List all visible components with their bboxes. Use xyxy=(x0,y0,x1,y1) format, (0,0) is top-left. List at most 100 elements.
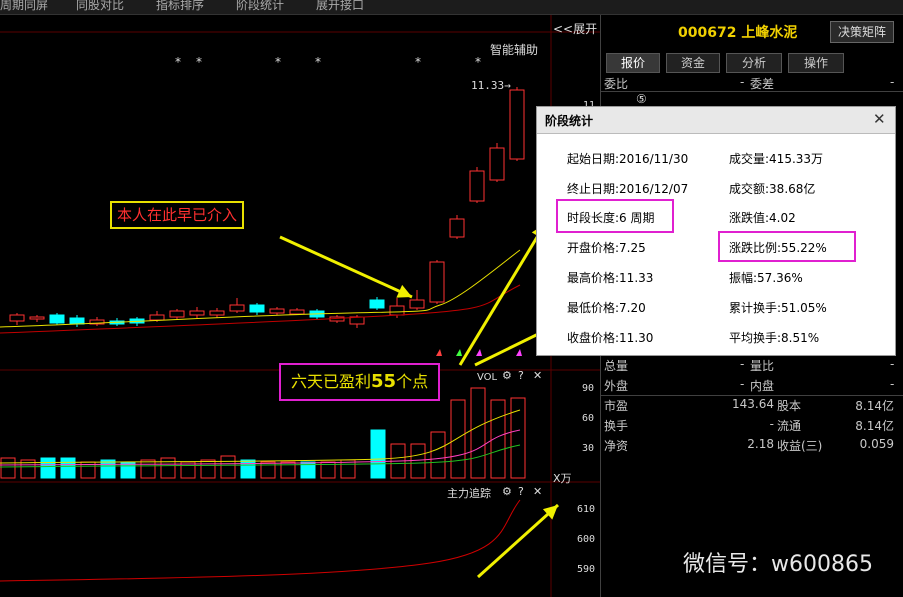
tab-operation[interactable]: 操作 xyxy=(788,53,844,73)
arrow-shaft xyxy=(476,503,560,579)
vol-settings-icon[interactable]: ⚙ xyxy=(502,369,512,382)
candle-body xyxy=(29,316,45,320)
eps-label: 收益(三) xyxy=(777,439,823,453)
menu-item-stage-stats[interactable]: 阶段统计 xyxy=(236,0,284,13)
candle-body xyxy=(389,305,405,316)
candle-body xyxy=(369,299,385,309)
menu-item-sort[interactable]: 指标排序 xyxy=(156,0,204,13)
candle-body xyxy=(9,314,25,322)
tab-analysis[interactable]: 分析 xyxy=(726,53,782,73)
stock-name: 上峰水泥 xyxy=(741,25,798,41)
highlight-period-box xyxy=(556,199,674,233)
volume-bar xyxy=(410,443,426,479)
arrow-shaft xyxy=(279,235,413,299)
close-price: 收盘价格:11.30 xyxy=(567,331,654,345)
vol-axis-90: 90 xyxy=(582,383,595,394)
candle-body xyxy=(489,147,505,181)
stock-title: 000672 上峰水泥 xyxy=(678,22,797,42)
candle-body xyxy=(269,308,285,314)
candle-body xyxy=(509,89,525,160)
main-force-line xyxy=(0,499,521,582)
divider xyxy=(600,91,903,92)
wechat-watermark: 微信号：w600865 xyxy=(683,552,873,577)
pe-value: 143.64 xyxy=(732,397,774,411)
mf-axis-600: 600 xyxy=(577,534,596,545)
vol-help-icon[interactable]: ? xyxy=(518,369,524,382)
volume-bar xyxy=(370,429,386,479)
volume-bar xyxy=(60,457,76,479)
menu-item-period[interactable]: 周期同屏 xyxy=(0,0,48,13)
top-menu-bar: 周期同屏 同股对比 指标排序 阶段统计 展开接口 xyxy=(0,0,903,15)
candle-body xyxy=(69,317,85,325)
highlight-change-box xyxy=(718,231,856,262)
weibi-value: - xyxy=(740,75,745,89)
candle-body xyxy=(429,261,445,303)
candle-body xyxy=(249,304,265,313)
kline-chart[interactable] xyxy=(0,15,600,597)
low-price: 最低价格:7.20 xyxy=(567,301,646,315)
dialog-title: 阶段统计 xyxy=(545,114,594,128)
volume: 成交量:415.33万 xyxy=(729,152,824,166)
volume-bar xyxy=(220,455,236,479)
star-marker: * xyxy=(175,55,181,69)
volume-bar xyxy=(100,459,116,479)
vol-axis-60: 60 xyxy=(582,413,595,424)
dash: - xyxy=(740,357,745,371)
tab-quote[interactable]: 报价 xyxy=(606,53,660,73)
dash: - xyxy=(740,377,745,391)
star-marker: * xyxy=(275,55,281,69)
average-turnover: 平均换手:8.51% xyxy=(729,331,820,345)
note2-number: 55 xyxy=(371,371,397,392)
volume-bar xyxy=(40,457,56,479)
close-icon[interactable]: ✕ xyxy=(873,110,886,128)
weicha-label: 委差 xyxy=(750,77,775,91)
vol-axis-30: 30 xyxy=(582,443,595,454)
volume-bar xyxy=(0,457,16,479)
indicator-label: 智能辅助 xyxy=(490,43,539,57)
turnover-amount: 成交额:38.68亿 xyxy=(729,182,816,196)
note2-prefix: 六天已盈利 xyxy=(291,372,372,391)
net-asset-label: 净资 xyxy=(604,439,629,453)
signal-marker xyxy=(456,349,462,356)
dialog-header[interactable]: 阶段统计 ✕ xyxy=(537,107,895,134)
cumulative-turnover: 累计换手:51.05% xyxy=(729,301,827,315)
candle-body xyxy=(469,170,485,202)
candle-body xyxy=(49,314,65,324)
candle-body xyxy=(149,314,165,321)
share-capital-label: 股本 xyxy=(777,399,802,413)
volume-bar xyxy=(450,399,466,479)
note2-suffix: 个点 xyxy=(396,372,429,391)
candle-body xyxy=(209,310,225,316)
menu-item-compare[interactable]: 同股对比 xyxy=(76,0,124,13)
turnover-label: 换手 xyxy=(604,419,629,433)
weibi-label: 委比 xyxy=(604,77,629,91)
open-price: 开盘价格:7.25 xyxy=(567,241,646,255)
volume-ratio-label: 量比 xyxy=(750,359,775,373)
star-marker: * xyxy=(415,55,421,69)
float-value: 8.14亿 xyxy=(855,419,894,433)
turnover-value: - xyxy=(769,417,774,431)
volume-bar xyxy=(140,459,156,479)
outer-disk-label: 外盘 xyxy=(604,379,629,393)
decision-matrix-button[interactable]: 决策矩阵 xyxy=(830,21,894,43)
mf-settings-icon[interactable]: ⚙ xyxy=(502,485,512,498)
volume-bar xyxy=(200,459,216,479)
inner-disk-label: 内盘 xyxy=(750,379,775,393)
expand-button[interactable]: <<展开 xyxy=(553,20,597,37)
weicha-value: - xyxy=(890,75,895,89)
volume-total-label: 总量 xyxy=(604,359,629,373)
candle-body xyxy=(409,299,425,309)
volume-bar xyxy=(240,459,256,479)
main-force-label: 主力追踪 xyxy=(447,487,491,500)
star-marker: * xyxy=(315,55,321,69)
tab-funds[interactable]: 资金 xyxy=(666,53,720,73)
amplitude: 振幅:57.36% xyxy=(729,271,803,285)
vol-close-icon[interactable]: ✕ xyxy=(533,369,542,382)
mf-close-icon[interactable]: ✕ xyxy=(533,485,542,498)
net-asset-value: 2.18 xyxy=(747,437,774,451)
float-label: 流通 xyxy=(777,419,802,433)
volume-bar xyxy=(510,397,526,479)
vol-unit: X万 xyxy=(553,472,572,485)
menu-item-expand-interface[interactable]: 展开接口 xyxy=(316,0,364,13)
mf-help-icon[interactable]: ? xyxy=(518,485,524,498)
